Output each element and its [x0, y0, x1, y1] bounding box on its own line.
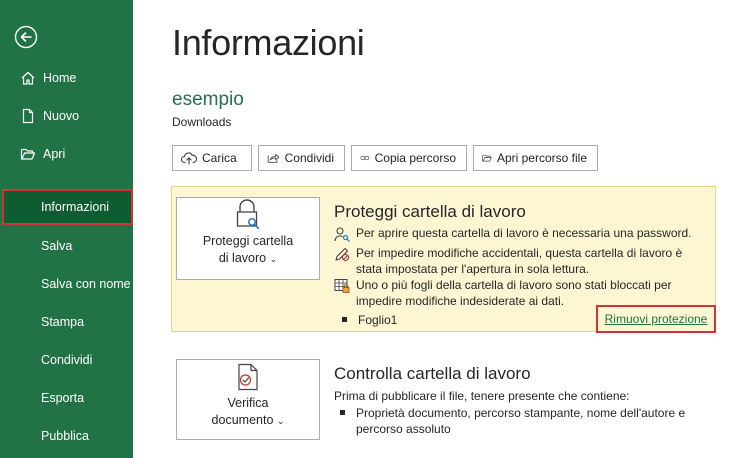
sidebar-item-esporta[interactable]: Esporta	[0, 380, 133, 416]
upload-cloud-icon	[181, 152, 197, 165]
readonly-info-text: Per impedire modifiche accidentali, ques…	[356, 246, 683, 276]
bullet-dot	[342, 317, 347, 322]
chevron-down-icon: ⌄	[269, 254, 278, 264]
check-button-line2: documento ⌄	[211, 413, 285, 427]
locked-sheet-item: Foglio1	[342, 312, 397, 328]
sidebar-item-label: Esporta	[41, 391, 85, 405]
link-icon	[360, 156, 370, 160]
sidebar-item-label: Home	[43, 71, 77, 85]
sidebar-item-informazioni[interactable]: Informazioni	[2, 189, 133, 225]
document-check-icon	[238, 363, 258, 391]
locked-sheet-name: Foglio1	[358, 313, 398, 327]
protect-button-line2: di lavoro ⌄	[218, 251, 278, 265]
inspect-bullet-text: Proprietà documento, percorso stampante,…	[356, 406, 686, 436]
sidebar-item-label: Pubblica	[41, 429, 89, 443]
sidebar-item-label: Salva con nome	[41, 277, 131, 291]
check-document-button[interactable]: Verifica documento ⌄	[176, 359, 320, 440]
open-file-location-button[interactable]: Apri percorso file	[473, 145, 598, 171]
home-icon	[19, 69, 37, 87]
sidebar-item-label: Informazioni	[41, 200, 110, 214]
share-icon	[267, 154, 280, 163]
check-button-line1: Verifica	[227, 396, 269, 410]
locked-sheet-icon	[334, 279, 350, 293]
back-arrow-icon[interactable]	[14, 25, 38, 49]
inspect-section-title: Controlla cartella di lavoro	[334, 364, 531, 383]
sidebar-item-pubblica[interactable]: Pubblica	[0, 418, 133, 454]
sidebar-item-condividi[interactable]: Condividi	[0, 342, 133, 378]
file-name: esempio	[172, 89, 244, 110]
upload-button-label: Carica	[202, 151, 237, 165]
sidebar-item-home[interactable]: Home	[0, 60, 133, 96]
protect-workbook-button[interactable]: Proteggi cartella di lavoro ⌄	[176, 197, 320, 280]
page-title: Informazioni	[172, 22, 365, 63]
copy-path-button[interactable]: Copia percorso	[351, 145, 467, 171]
password-info-text: Per aprire questa cartella di lavoro è n…	[356, 226, 692, 240]
password-info: Per aprire questa cartella di lavoro è n…	[334, 225, 709, 242]
backstage-sidebar: Home Nuovo Apri Informazioni Salva Salva…	[0, 0, 133, 458]
chevron-down-icon: ⌄	[276, 416, 285, 426]
folder-icon	[482, 154, 492, 162]
open-folder-icon	[19, 145, 37, 163]
inspect-intro: Prima di pubblicare il file, tenere pres…	[334, 389, 630, 403]
sidebar-item-salva[interactable]: Salva	[0, 228, 133, 264]
lock-key-icon	[236, 199, 260, 229]
sidebar-item-label: Stampa	[41, 315, 85, 329]
file-path: Downloads	[172, 115, 232, 129]
sidebar-item-label: Apri	[43, 147, 66, 161]
upload-button[interactable]: Carica	[172, 145, 252, 171]
new-file-icon	[19, 107, 37, 125]
sidebar-item-label: Salva	[41, 239, 73, 253]
remove-protection-link[interactable]: Rimuovi protezione	[596, 305, 716, 333]
copy-path-button-label: Copia percorso	[374, 151, 456, 165]
share-button[interactable]: Condividi	[258, 145, 345, 171]
sidebar-item-stampa[interactable]: Stampa	[0, 304, 133, 340]
sidebar-item-label: Condividi	[41, 353, 93, 367]
inspect-bullet-item: Proprietà documento, percorso stampante,…	[340, 405, 710, 437]
edit-blocked-icon	[335, 247, 350, 262]
sidebar-item-label: Nuovo	[43, 109, 80, 123]
sidebar-item-nuovo[interactable]: Nuovo	[0, 98, 133, 134]
protect-section-title: Proteggi cartella di lavoro	[334, 202, 526, 221]
protect-button-line1: Proteggi cartella	[202, 234, 294, 248]
sidebar-item-salva-con-nome[interactable]: Salva con nome	[0, 266, 133, 302]
readonly-info: Per impedire modifiche accidentali, ques…	[334, 245, 709, 277]
bullet-dot	[340, 410, 345, 415]
share-button-label: Condividi	[284, 151, 334, 165]
user-key-icon	[334, 227, 350, 242]
open-file-location-label: Apri percorso file	[496, 151, 587, 165]
sidebar-item-apri[interactable]: Apri	[0, 136, 133, 172]
file-actions-bar: Carica Condividi Copia percorso Apri per…	[172, 145, 598, 171]
